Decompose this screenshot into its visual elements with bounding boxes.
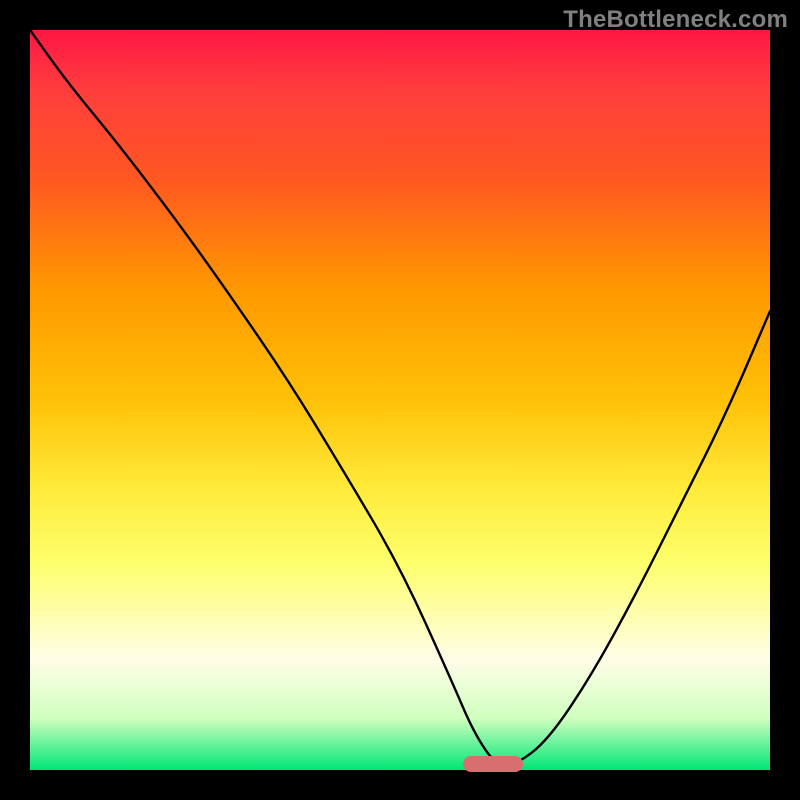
chart-frame: TheBottleneck.com bbox=[0, 0, 800, 800]
curve-layer bbox=[30, 30, 770, 770]
watermark-text: TheBottleneck.com bbox=[563, 6, 788, 34]
bottleneck-curve bbox=[30, 30, 770, 766]
optimal-marker bbox=[463, 756, 523, 772]
